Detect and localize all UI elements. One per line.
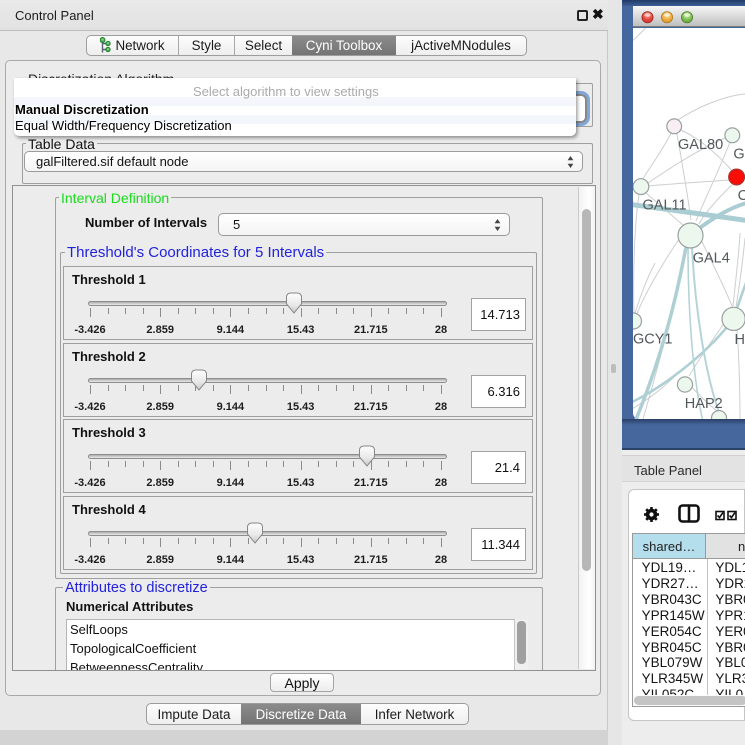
svg-text:HAP2: HAP2 (685, 396, 723, 412)
svg-text:GAL11: GAL11 (643, 198, 687, 214)
svg-text:GAL4: GAL4 (693, 251, 730, 267)
svg-text:C: C (738, 188, 745, 204)
svg-text:GCY1: GCY1 (633, 332, 673, 348)
svg-text:GAL80: GAL80 (678, 137, 723, 153)
svg-text:H: H (735, 332, 745, 348)
svg-text:G.: G. (733, 147, 745, 163)
